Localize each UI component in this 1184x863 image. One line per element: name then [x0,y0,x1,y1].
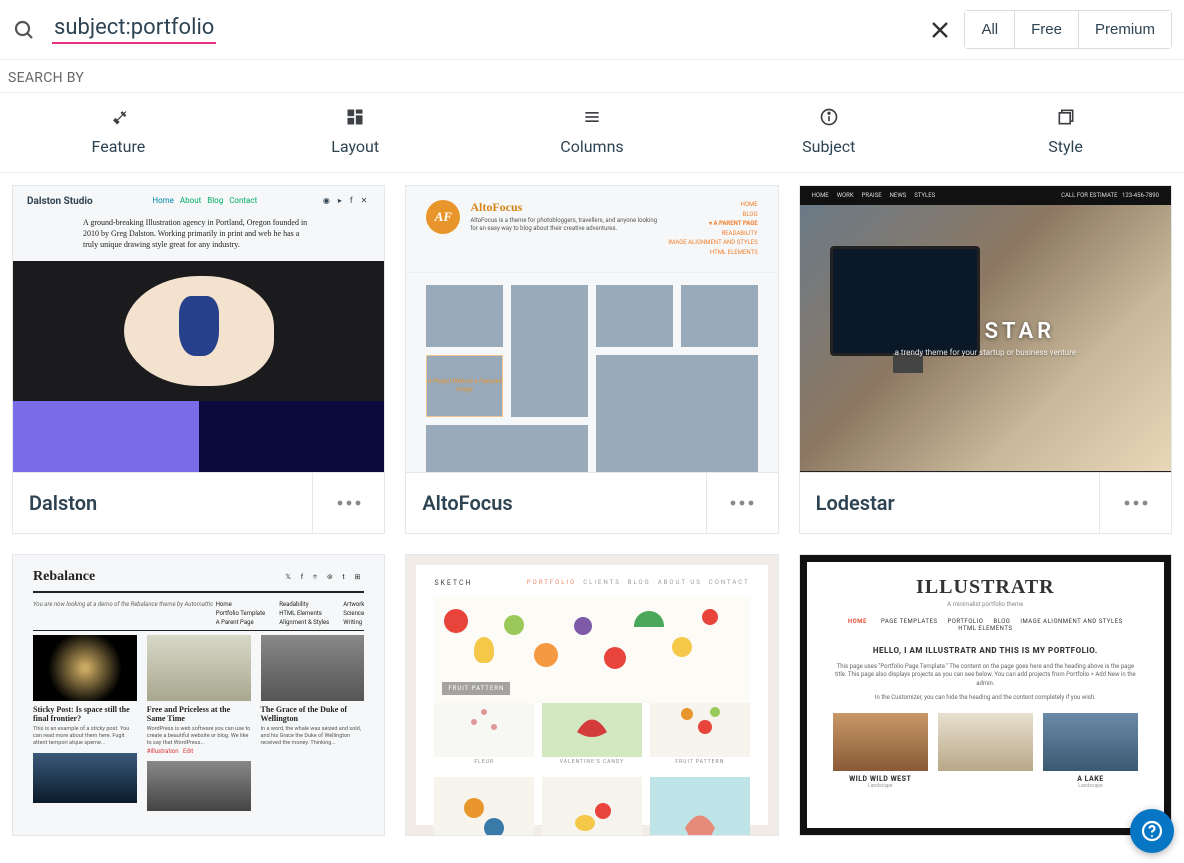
more-icon [336,499,362,507]
preview-tagline: a trendy theme for your startup or busin… [895,348,1077,357]
theme-name: AltoFocus [406,473,528,533]
search-bar: subject:portfolio All Free Premium [0,0,1184,60]
theme-card-illustratr[interactable]: ILLUSTRATR A minimalist portfolio theme … [799,554,1172,836]
search-by-tabs: Feature Layout Columns Subject Style [0,92,1184,173]
theme-more-button[interactable] [312,473,384,533]
preview-nav: HOME PAGE TEMPLATES PORTFOLIO BLOG IMAGE… [833,618,1138,632]
preview-hello: HELLO, I AM ILLUSTRATR AND THIS IS MY PO… [833,646,1138,655]
info-icon [819,107,839,127]
filter-all-button[interactable]: All [964,10,1015,49]
search-input[interactable] [216,13,916,47]
price-filter-group: All Free Premium [964,10,1172,49]
searchby-item-label: Subject [710,137,947,156]
lines-icon [582,107,602,127]
preview-brand: ILLUSTRATR [833,576,1138,599]
theme-card-altofocus[interactable]: AF AltoFocus AltoFocus is a theme for ph… [405,185,778,534]
searchby-item-label: Feature [0,137,237,156]
theme-name: Dalston [13,473,113,533]
preview-logo: AF [426,200,460,234]
searchby-item-label: Style [947,137,1184,156]
theme-thumbnail: Rebalance 𝕏 f ⌾ ⊚ t ⊞ You are now lookin… [13,555,384,835]
grid-icon [345,107,365,127]
preview-brand: Dalston Studio [27,196,93,207]
searchby-layout[interactable]: Layout [237,93,474,172]
theme-card-dalston[interactable]: Dalston Studio HomeAboutBlogContact ◉ ▸ … [12,185,385,534]
searchby-columns[interactable]: Columns [474,93,711,172]
searchby-item-label: Columns [474,137,711,156]
more-icon [729,499,755,507]
theme-more-button[interactable] [1099,473,1171,533]
preview-brand: Rebalance [33,569,95,585]
theme-thumbnail: SKETCH PORTFOLIO CLIENTS BLOG ABOUT US C… [406,555,777,835]
searchby-subject[interactable]: Subject [710,93,947,172]
social-icons: 𝕏 f ⌾ ⊚ t ⊞ [285,573,364,582]
search-icon [12,18,36,42]
preview-tagline: AltoFocus is a theme for photobloggers, … [470,217,658,233]
preview-nav: PORTFOLIO CLIENTS BLOG ABOUT US CONTACT [527,579,750,587]
theme-thumbnail: Dalston Studio HomeAboutBlogContact ◉ ▸ … [13,186,384,472]
preview-brand: AltoFocus [470,200,658,215]
theme-card-lodestar[interactable]: HOMEWORKPRAISENEWSSTYLES CALL FOR ESTIMA… [799,185,1172,534]
theme-name: Lodestar [800,473,911,533]
theme-card-rebalance[interactable]: Rebalance 𝕏 f ⌾ ⊚ t ⊞ You are now lookin… [12,554,385,836]
help-icon [1140,819,1164,843]
search-token[interactable]: subject:portfolio [52,15,216,44]
preview-note: You are now looking at a demo of the Reb… [33,601,213,626]
preview-hero-tag: FRUIT PATTERN [442,682,510,695]
preview-cta: CALL FOR ESTIMATE 123-456-7890 [1061,192,1159,199]
theme-thumbnail: ILLUSTRATR A minimalist portfolio theme … [800,555,1171,835]
preview-paragraph: In the Customizer, you can hide the head… [833,694,1138,702]
preview-nav: HomeReadabilityArtwork Portfolio Templat… [216,601,365,626]
theme-card-sketch[interactable]: SKETCH PORTFOLIO CLIENTS BLOG ABOUT US C… [405,554,778,836]
preview-nav: HOME BLOG ▾ A PARENT PAGE READABILITY IM… [668,200,757,258]
preview-nav: HOMEWORKPRAISENEWSSTYLES [812,192,944,199]
theme-thumbnail: AF AltoFocus AltoFocus is a theme for ph… [406,186,777,472]
preview-about: A ground-breaking Illustration agency in… [13,217,384,261]
preview-paragraph: This page uses "Portfolio Page Template.… [833,663,1138,688]
clear-search-icon[interactable] [928,18,952,42]
searchby-item-label: Layout [237,137,474,156]
preview-sub: A minimalist portfolio theme [833,601,1138,608]
help-button[interactable] [1130,809,1174,853]
filter-premium-button[interactable]: Premium [1079,10,1172,49]
filter-free-button[interactable]: Free [1015,10,1079,49]
preview-nav: HomeAboutBlogContact [152,196,263,207]
wrench-icon [108,107,128,127]
search-by-label: SEARCH BY [0,60,1184,92]
searchby-style[interactable]: Style [947,93,1184,172]
social-icons: ◉ ▸ f ✕ [323,196,370,207]
theme-more-button[interactable] [706,473,778,533]
preview-brand: SKETCH [434,579,472,587]
themes-grid: Dalston Studio HomeAboutBlogContact ◉ ▸ … [0,173,1184,848]
layers-icon [1056,107,1076,127]
more-icon [1123,499,1149,507]
searchby-feature[interactable]: Feature [0,93,237,172]
theme-thumbnail: HOMEWORKPRAISENEWSSTYLES CALL FOR ESTIMA… [800,186,1171,472]
